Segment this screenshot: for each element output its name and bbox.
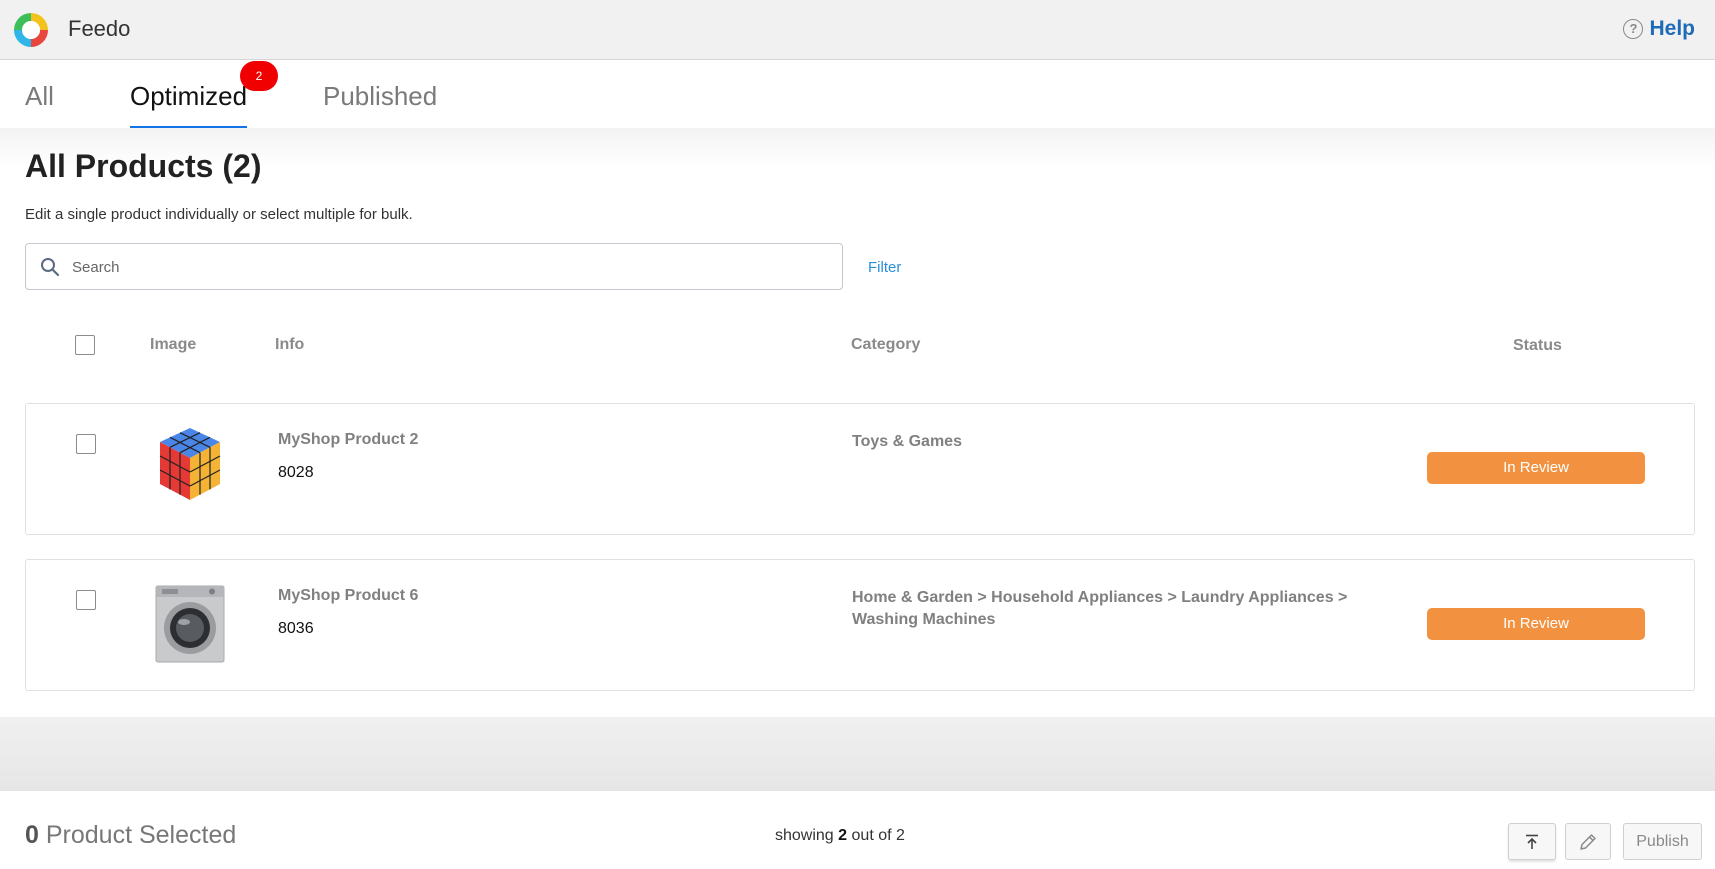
help-label: Help [1649, 17, 1695, 40]
pencil-icon [1580, 833, 1596, 850]
feedo-logo-icon [14, 13, 48, 47]
content-bottom-band [0, 717, 1715, 791]
top-bar: Feedo ? Help [0, 0, 1715, 60]
showing-count: 2 [838, 827, 848, 844]
product-id: 8028 [278, 464, 314, 481]
page-title: All Products (2) [25, 148, 262, 184]
column-header-status: Status [1513, 337, 1562, 354]
tab-published[interactable]: Published [323, 81, 437, 126]
table-row[interactable]: MyShop Product 2 8028 Toys & Games In Re… [25, 403, 1695, 535]
upload-arrow-icon [1526, 834, 1538, 849]
help-link[interactable]: ? Help [1623, 17, 1695, 41]
column-header-category: Category [851, 336, 921, 353]
tab-optimized[interactable]: Optimized [130, 81, 248, 130]
upload-button[interactable] [1508, 823, 1556, 860]
search-icon [41, 258, 60, 277]
selected-label: Product Selected [45, 821, 237, 849]
tab-all[interactable]: All [25, 81, 54, 126]
filter-link[interactable]: Filter [868, 259, 901, 276]
selected-count: 0 [25, 821, 39, 849]
showing-text: showing 2 out of 2 [775, 827, 905, 845]
tab-bar: All Optimized 2 Published [0, 61, 1715, 130]
app-name: Feedo [68, 16, 131, 41]
column-header-image: Image [150, 336, 197, 353]
optimized-count-badge: 2 [240, 61, 278, 91]
footer-bar: 0 Product Selected showing 2 out of 2 Pu… [0, 791, 1715, 869]
product-name[interactable]: MyShop Product 2 [278, 431, 418, 449]
row-checkbox[interactable] [76, 590, 96, 610]
product-category: Home & Garden > Household Appliances > L… [852, 589, 1348, 628]
help-circle-icon: ? [1623, 19, 1644, 39]
product-name[interactable]: MyShop Product 6 [278, 587, 418, 605]
washing-machine-image [155, 585, 225, 663]
row-checkbox[interactable] [76, 434, 96, 454]
status-button-in-review[interactable]: In Review [1427, 452, 1645, 484]
rubiks-cube-image [159, 428, 221, 500]
product-id: 8036 [278, 620, 314, 637]
table-header: Image Info Category Status [25, 318, 1695, 368]
search-input[interactable] [72, 254, 812, 280]
select-all-checkbox[interactable] [75, 335, 95, 355]
edit-button[interactable] [1565, 823, 1611, 860]
column-header-info: Info [275, 336, 305, 353]
main-content: All Products (2) Edit a single product i… [0, 128, 1715, 717]
publish-button[interactable]: Publish [1623, 823, 1702, 860]
showing-suffix: out of 2 [851, 827, 905, 844]
selected-count-text: 0 Product Selected [25, 821, 236, 850]
table-row[interactable]: MyShop Product 6 8036 Home & Garden > Ho… [25, 559, 1695, 691]
status-button-in-review[interactable]: In Review [1427, 608, 1645, 640]
product-category: Toys & Games [852, 433, 962, 450]
page-subtitle: Edit a single product individually or se… [25, 206, 413, 223]
search-box [25, 243, 843, 290]
showing-prefix: showing [775, 827, 834, 844]
